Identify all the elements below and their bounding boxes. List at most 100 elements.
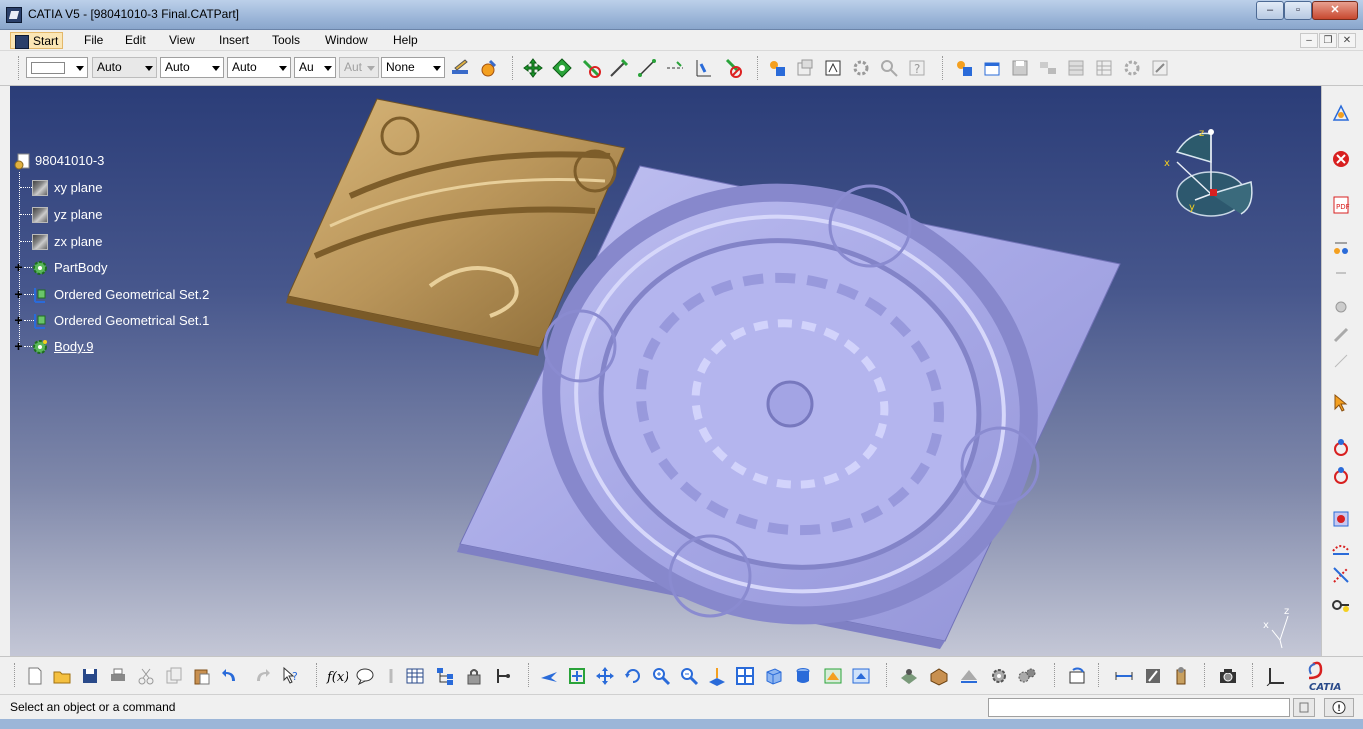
gear-settings-icon[interactable] [988,665,1010,687]
toolbar-grip[interactable] [886,663,889,687]
toolbar-grip[interactable] [942,56,945,80]
assembly-icon[interactable] [1330,238,1352,260]
none-combo[interactable]: None [381,57,445,78]
measure-icon[interactable] [608,57,630,79]
line-tool-icon[interactable] [1330,350,1352,372]
expand-plus-icon[interactable]: + [13,287,24,301]
copy-icon[interactable] [163,665,185,687]
reorder-icon[interactable] [1037,57,1059,79]
multi-view-icon[interactable] [734,665,756,687]
3d-viewport[interactable]: 98041010-3 xy plane yz plane zx plane + … [10,86,1321,656]
mesh-icon[interactable] [1330,508,1352,530]
snap-icon[interactable] [580,57,602,79]
paste-icon[interactable] [191,665,213,687]
scan-icon[interactable] [1330,564,1352,586]
analysis-point-icon[interactable] [1330,436,1352,458]
knowledge-icon[interactable] [878,57,900,79]
formula-icon[interactable]: f(x) [326,665,348,687]
tree-structure-icon[interactable] [434,665,456,687]
minimize-button[interactable]: – [1256,1,1284,20]
lock-icon[interactable] [463,665,485,687]
render-style-combo[interactable]: Aut [339,57,379,78]
link-icon[interactable] [1330,324,1352,346]
exit-icon[interactable] [1330,148,1352,170]
toolbar-grip[interactable] [1054,663,1057,687]
toolbar-grip[interactable] [14,663,17,687]
doc-restore-button[interactable]: ❐ [1319,33,1337,48]
cloud-icon[interactable] [1330,536,1352,558]
knowledge-rule-icon[interactable] [492,665,514,687]
catalog-icon[interactable] [1065,57,1087,79]
key-icon[interactable] [1330,594,1352,616]
expand-plus-icon[interactable]: + [13,260,24,274]
hide-show-icon[interactable] [822,665,844,687]
tools-icon[interactable] [953,57,975,79]
new-file-icon[interactable] [24,665,46,687]
comment-icon[interactable] [354,665,376,687]
material-icon[interactable] [898,665,920,687]
sketch-icon[interactable] [1330,102,1352,124]
dropdown-marker-icon[interactable] [1330,264,1352,286]
redo-icon[interactable] [251,665,273,687]
zoom-out-icon[interactable] [678,665,700,687]
menu-view[interactable]: View [165,32,199,49]
cut-icon[interactable] [135,665,157,687]
help-doc-icon[interactable]: ? [906,57,928,79]
close-button[interactable]: ✕ [1312,1,1358,20]
toolbar-grip[interactable] [316,663,319,687]
fit-all-icon[interactable] [566,665,588,687]
linetype-combo[interactable]: Auto [92,57,157,78]
disable-icon[interactable] [722,57,744,79]
gear-icon[interactable] [850,57,872,79]
thickness-combo[interactable]: Auto [160,57,224,78]
format-painter-icon[interactable] [449,57,471,79]
gear-pair-icon[interactable] [1016,665,1038,687]
menu-start[interactable]: Start [10,32,64,49]
iso-view-icon[interactable] [762,665,784,687]
measure-between-icon[interactable] [1113,665,1135,687]
toolbar-grip[interactable] [1204,663,1207,687]
properties-icon[interactable] [981,57,1003,79]
simulation-icon[interactable] [958,665,980,687]
pan-icon[interactable] [522,57,544,79]
axis-icon[interactable] [664,57,686,79]
layer-combo[interactable]: Au [294,57,336,78]
pdf-icon[interactable]: PDF [1330,194,1352,216]
copy-paste-special-icon[interactable] [794,57,816,79]
undo-icon[interactable] [219,665,241,687]
publication-icon[interactable] [822,57,844,79]
expand-plus-icon[interactable]: + [13,313,24,327]
zoom-in-icon[interactable] [650,665,672,687]
parameter-icon[interactable] [380,665,402,687]
catia-app-icon[interactable] [6,7,22,23]
pan-view-icon[interactable] [594,665,616,687]
toolbar-grip[interactable] [528,663,531,687]
command-input[interactable] [988,698,1290,717]
shading-icon[interactable] [792,665,814,687]
maximize-button[interactable]: ▫ [1284,1,1312,20]
menu-help[interactable]: Help [389,32,422,49]
constraint-icon[interactable] [1330,296,1352,318]
line-icon[interactable] [636,57,658,79]
update-icon[interactable] [1066,665,1088,687]
save-management-icon[interactable] [1009,57,1031,79]
menu-file[interactable]: File [80,32,107,49]
select-arrow-icon[interactable] [1330,392,1352,414]
toolbar-grip[interactable] [1098,663,1101,687]
settings-gear-icon[interactable] [1121,57,1143,79]
menu-insert[interactable]: Insert [215,32,253,49]
toolbar-grip[interactable] [512,56,515,80]
compass[interactable]: z x y [1151,122,1261,222]
manipulate-icon[interactable] [551,57,573,79]
sketch-tools-icon[interactable] [766,57,788,79]
point-symbol-combo[interactable]: Auto [227,57,291,78]
apply-material-icon[interactable] [928,665,950,687]
graphic-properties-icon[interactable] [477,57,499,79]
axis-system-icon[interactable] [1264,665,1286,687]
info-button[interactable]: ! [1324,698,1354,717]
doc-close-button[interactable]: ✕ [1338,33,1356,48]
table-icon[interactable] [1093,57,1115,79]
command-toggle-button[interactable] [1293,698,1315,717]
print-icon[interactable] [107,665,129,687]
fly-mode-icon[interactable] [538,665,560,687]
